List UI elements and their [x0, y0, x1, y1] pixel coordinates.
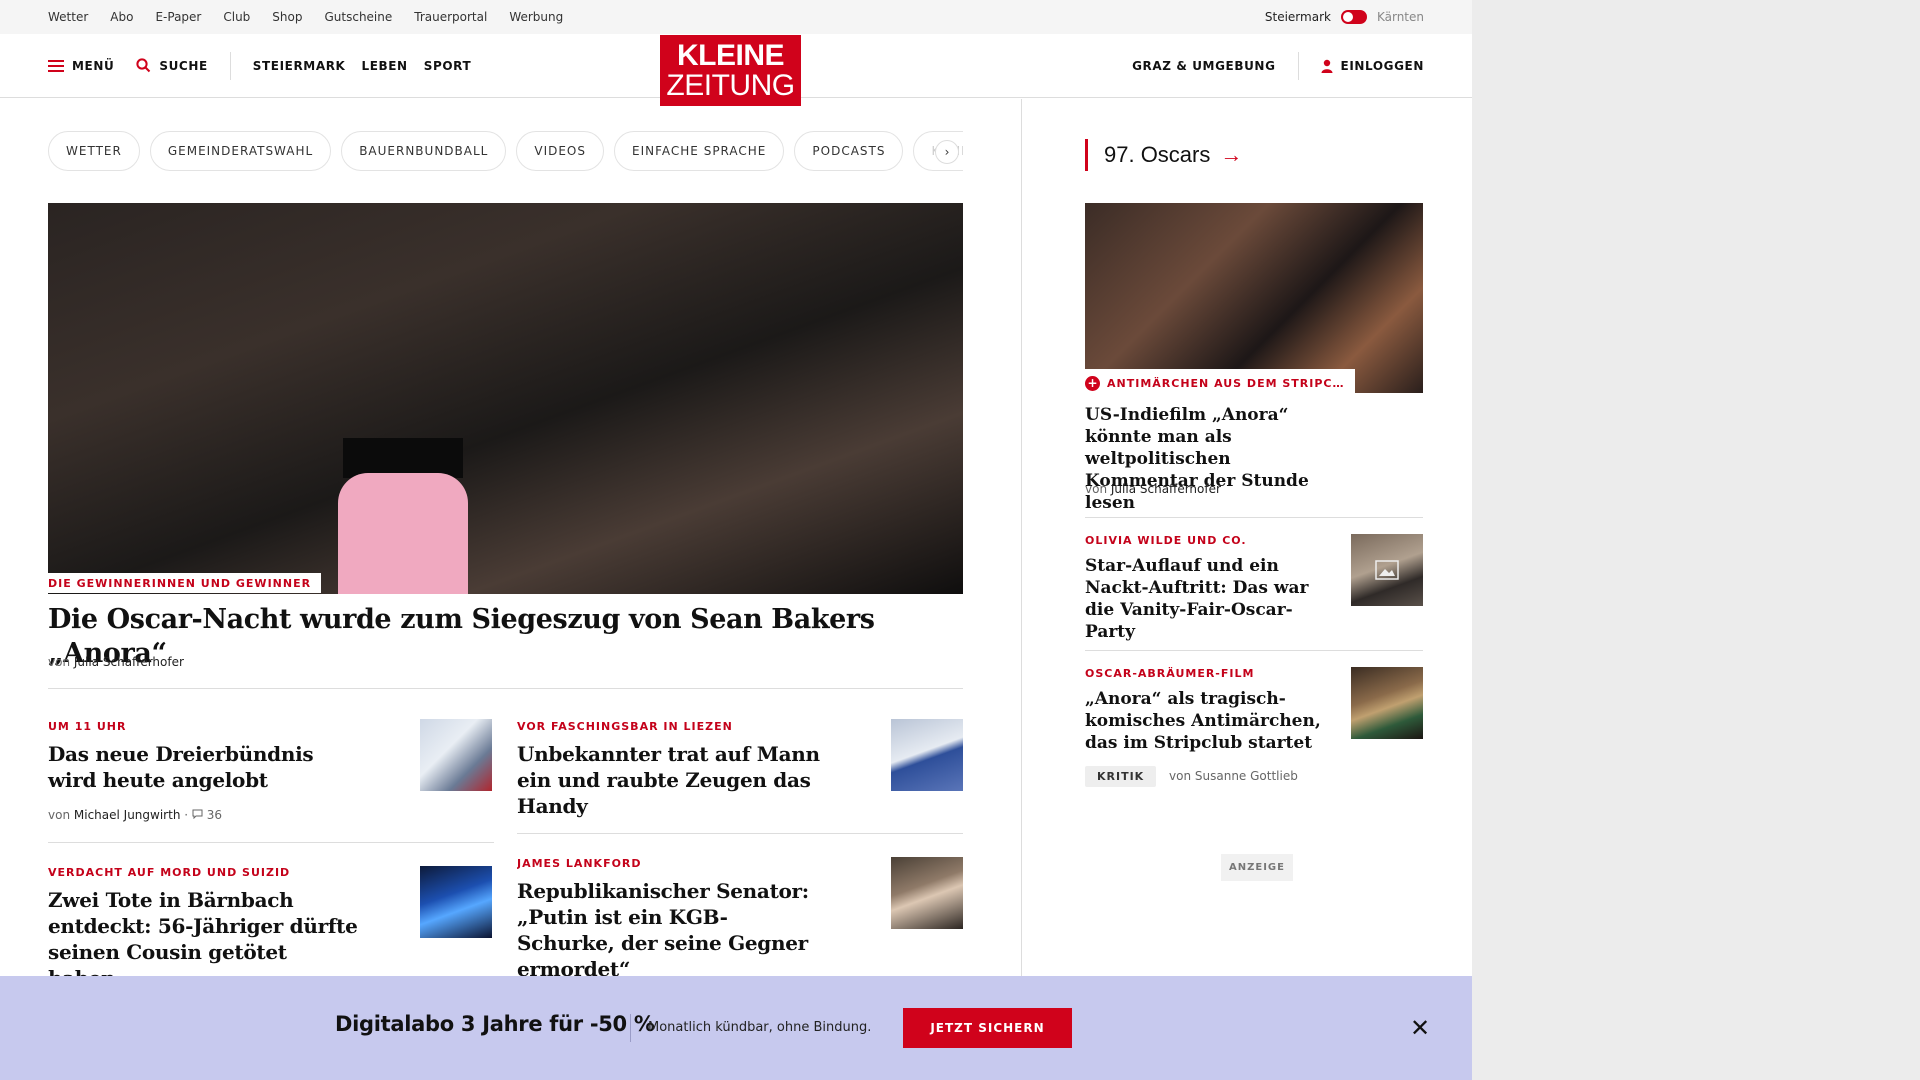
teaser-thumbnail[interactable] [420, 866, 492, 938]
utility-link-wetter[interactable]: Wetter [48, 10, 88, 24]
main-nav: STEIERMARK LEBEN SPORT [253, 59, 471, 73]
sidebar: 97. Oscars → + ANTIMÄRCHEN AUS DEM STRIP… [1023, 99, 1472, 999]
logo-line-2: ZEITUNG [666, 68, 795, 102]
login-button[interactable]: EINLOGGEN [1321, 59, 1424, 73]
byline-author[interactable]: Julia Schafferhofer [74, 655, 184, 669]
promo-title: Digitalabo 3 Jahre für -50 % [335, 1012, 655, 1036]
utility-link-shop[interactable]: Shop [272, 10, 302, 24]
utility-bar: Wetter Abo E-Paper Club Shop Gutscheine … [0, 0, 1472, 34]
sidebar-lead-image[interactable] [1085, 203, 1423, 393]
sidebar-lead-byline: von Julia Schafferhofer [1085, 482, 1221, 496]
hero-kicker: DIE GEWINNERINNEN UND GEWINNER [48, 573, 322, 593]
sidebar-item-kicker: OLIVIA WILDE UND CO. [1085, 534, 1247, 547]
comment-icon [192, 809, 203, 820]
region-kaernten[interactable]: Kärnten [1377, 10, 1424, 24]
teaser-headline[interactable]: Republikanischer Senator: „Putin ist ein… [517, 878, 817, 982]
promo-divider [630, 1014, 631, 1042]
header-divider [229, 51, 231, 80]
menu-button[interactable]: MENÜ [48, 59, 114, 73]
nav-sport[interactable]: SPORT [424, 59, 472, 73]
section-title: 97. Oscars [1104, 142, 1211, 167]
teaser-byline: von Michael Jungwirth · 36 [48, 808, 223, 822]
utility-link-epaper[interactable]: E-Paper [155, 10, 201, 24]
pill-videos[interactable]: VIDEOS [516, 131, 604, 171]
main-header: MENÜ SUCHE STEIERMARK LEBEN SPORT KLEINE… [0, 34, 1472, 106]
teaser-kicker: UM 11 UHR [48, 720, 127, 733]
teaser-thumbnail[interactable] [420, 719, 492, 791]
utility-link-werbung[interactable]: Werbung [509, 10, 563, 24]
ad-label: ANZEIGE [1221, 854, 1293, 881]
pill-wetter[interactable]: WETTER [48, 131, 140, 171]
teaser-thumbnail[interactable] [891, 719, 963, 791]
page: Wetter Abo E-Paper Club Shop Gutscheine … [0, 0, 1472, 1080]
pill-gemeinderatswahl[interactable]: GEMEINDERATSWAHL [149, 131, 332, 171]
region-switch: Steiermark Kärnten [1265, 10, 1424, 24]
byline-author[interactable]: Susanne Gottlieb [1195, 769, 1298, 783]
main-column: WETTER GEMEINDERATSWAHL BAUERNBUNDBALL V… [0, 99, 1022, 999]
header-divider-right [1297, 51, 1299, 80]
sidebar-lead-kicker: + ANTIMÄRCHEN AUS DEM STRIPC… [1085, 369, 1355, 395]
login-label: EINLOGGEN [1340, 58, 1424, 73]
utility-link-gutscheine[interactable]: Gutscheine [324, 10, 392, 24]
nav-leben[interactable]: LEBEN [361, 59, 407, 73]
teaser-headline[interactable]: Unbekannter trat auf Mann ein und raubte… [517, 741, 857, 819]
section-heading[interactable]: 97. Oscars → [1085, 139, 1242, 171]
divider [1085, 650, 1423, 651]
sidebar-item-byline: von Susanne Gottlieb [1169, 769, 1298, 783]
divider [1085, 517, 1423, 518]
arrow-right-icon: → [1220, 142, 1243, 167]
teaser-kicker: JAMES LANKFORD [517, 857, 642, 870]
sidebar-lead-headline[interactable]: US-Indiefilm „Anora“ könnte man als welt… [1085, 404, 1345, 514]
close-icon[interactable]: ✕ [1410, 1016, 1430, 1040]
promo-cta-button[interactable]: JETZT SICHERN [903, 1008, 1072, 1048]
kritik-badge: KRITIK [1085, 766, 1157, 787]
divider [48, 842, 494, 843]
search-button[interactable]: SUCHE [136, 58, 207, 73]
teaser-headline[interactable]: Das neue Dreierbündnis wird heute angelo… [48, 741, 348, 793]
promo-subtitle: Monatlich kündbar, ohne Bindung. [648, 1020, 872, 1035]
hero-headline[interactable]: Die Oscar-Nacht wurde zum Siegeszug von … [48, 603, 963, 671]
divider [517, 833, 963, 834]
region-steiermark[interactable]: Steiermark [1265, 10, 1331, 24]
byline-prefix: von [48, 655, 71, 669]
image-icon [1375, 560, 1399, 580]
utility-link-trauerportal[interactable]: Trauerportal [414, 10, 487, 24]
sidebar-item-headline[interactable]: „Anora“ als tragisch-komisches Antimärch… [1085, 688, 1325, 754]
sidebar-item-headline[interactable]: Star-Auflauf und ein Nackt-Auftritt: Das… [1085, 555, 1325, 643]
teaser-kicker: VERDACHT AUF MORD UND SUIZID [48, 866, 291, 879]
teaser-kicker: VOR FASCHINGSBAR IN LIEZEN [517, 720, 733, 733]
hero-byline: von Julia Schafferhofer [48, 655, 184, 669]
user-icon [1321, 59, 1333, 73]
divider [48, 688, 963, 689]
region-toggle[interactable] [1340, 10, 1367, 24]
sidebar-item-thumbnail[interactable] [1351, 534, 1423, 606]
plus-icon: + [1085, 376, 1100, 391]
logo-line-1: KLEINE [676, 38, 785, 72]
hamburger-icon [48, 59, 64, 72]
sidebar-item-kicker: OSCAR-ABRÄUMER-FILM [1085, 667, 1255, 680]
utility-links: Wetter Abo E-Paper Club Shop Gutscheine … [48, 10, 563, 24]
pill-podcasts[interactable]: PODCASTS [794, 131, 904, 171]
byline-author[interactable]: Julia Schafferhofer [1111, 482, 1221, 496]
hero-image[interactable] [48, 203, 963, 594]
comment-count[interactable]: 36 [207, 808, 222, 822]
search-icon [136, 58, 151, 73]
pill-einfache-sprache[interactable]: EINFACHE SPRACHE [614, 131, 785, 171]
byline-author[interactable]: Michael Jungwirth [74, 808, 181, 822]
sidebar-item-thumbnail[interactable] [1351, 667, 1423, 739]
topic-pills: WETTER GEMEINDERATSWAHL BAUERNBUNDBALL V… [48, 131, 963, 171]
pill-bauernbundball[interactable]: BAUERNBUNDBALL [341, 131, 507, 171]
utility-link-club[interactable]: Club [223, 10, 250, 24]
region-link[interactable]: GRAZ & UMGEBUNG [1132, 59, 1275, 73]
pills-next-button[interactable]: › [935, 140, 959, 164]
site-logo[interactable]: KLEINE ZEITUNG [660, 35, 801, 106]
menu-label: MENÜ [72, 58, 115, 73]
nav-steiermark[interactable]: STEIERMARK [253, 59, 346, 73]
promo-banner: Digitalabo 3 Jahre für -50 % Monatlich k… [0, 976, 1472, 1080]
search-label: SUCHE [159, 58, 208, 73]
chevron-right-icon: › [944, 145, 950, 159]
utility-link-abo[interactable]: Abo [110, 10, 133, 24]
teaser-thumbnail[interactable] [891, 857, 963, 929]
